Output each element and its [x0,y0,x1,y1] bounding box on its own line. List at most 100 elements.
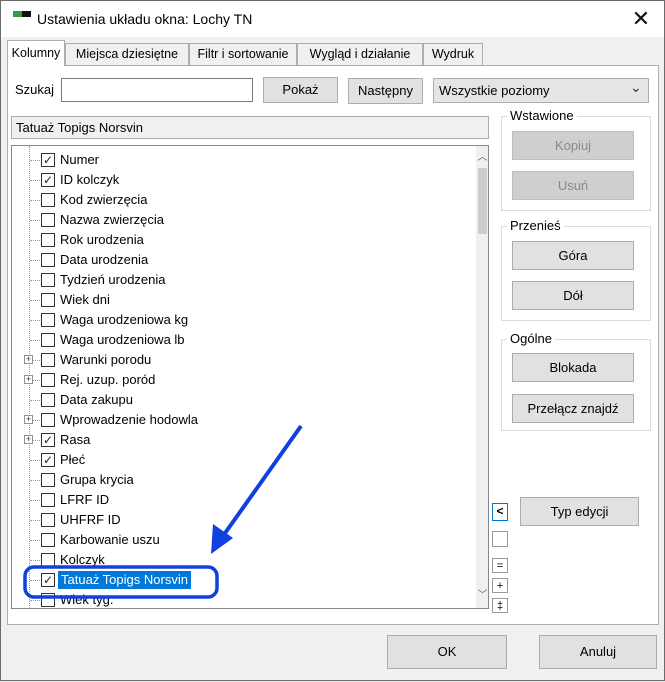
ok-button[interactable]: OK [387,635,507,669]
tree-row[interactable]: Waga urodzeniowa lb [12,330,472,350]
tree-row[interactable]: Wiek tyg. [12,590,472,608]
expand-icon[interactable]: + [24,415,33,424]
expand-icon[interactable]: + [24,375,33,384]
tree-connector [30,240,40,241]
tab-kolumny[interactable]: Kolumny [7,40,65,66]
column-checkbox[interactable] [41,273,55,287]
expand-button[interactable]: + [492,578,508,593]
tree-row[interactable]: + Wprowadzenie hodowla [12,410,472,430]
column-checkbox[interactable]: ✓ [41,433,55,447]
tree-row[interactable]: + Warunki porodu [12,350,472,370]
column-checkbox[interactable] [41,513,55,527]
edit-type-button[interactable]: Typ edycji [520,497,639,526]
column-checkbox[interactable] [41,193,55,207]
column-checkbox[interactable] [41,313,55,327]
remove-button[interactable]: Usuń [512,171,634,200]
tree-row[interactable]: Karbowanie uszu [12,530,472,550]
tree-row[interactable]: Rok urodzenia [12,230,472,250]
move-down-button[interactable]: Dół [512,281,634,310]
tree-row[interactable]: LFRF ID [12,490,472,510]
tree-row[interactable]: Nazwa zwierzęcia [12,210,472,230]
columns-tree[interactable]: ✓ Numer ✓ ID kolczyk Kod zwierzęcia Nazwa zwi… [11,145,489,609]
expand-all-button[interactable]: ‡ [492,598,508,613]
tree-row[interactable]: ✓ Tatuaż Topigs Norsvin [12,570,472,590]
column-checkbox[interactable] [41,593,55,607]
cancel-button[interactable]: Anuluj [539,635,657,669]
tree-row[interactable]: Grupa krycia [12,470,472,490]
column-checkbox[interactable] [41,353,55,367]
column-label: Wiek dni [60,292,110,307]
column-label: LFRF ID [60,492,110,507]
vertical-scrollbar[interactable]: ︿ ﹀ [476,146,488,608]
tree-row[interactable]: ✓ Płeć [12,450,472,470]
tab-wydruk[interactable]: Wydruk [423,43,483,65]
column-label: Data urodzenia [60,252,149,267]
tab-filtr-sortowanie[interactable]: Filtr i sortowanie [189,43,297,65]
tree-connector [30,520,40,521]
copy-button[interactable]: Kopiuj [512,131,634,160]
tree-row[interactable]: ✓ Numer [12,150,472,170]
collapse-all-button[interactable]: = [492,558,508,573]
tree-row[interactable]: Tydzień urodzenia [12,270,472,290]
column-checkbox[interactable]: ✓ [41,173,55,187]
column-checkbox[interactable]: ✓ [41,453,55,467]
next-button[interactable]: Następny [348,78,423,104]
dialog-window: Ustawienia układu okna: Lochy TN ✕ Kolum… [0,0,665,681]
expand-icon[interactable]: + [24,435,33,444]
column-checkbox[interactable] [41,373,55,387]
checkbox-toggle-button[interactable] [492,531,508,547]
column-checkbox[interactable] [41,493,55,507]
tree-row[interactable]: Data urodzenia [12,250,472,270]
scroll-up-icon[interactable]: ︿ [476,150,488,166]
scroll-thumb[interactable] [478,168,487,234]
tree-connector [30,560,40,561]
column-checkbox[interactable] [41,333,55,347]
tree-connector [30,280,40,281]
tree-connector [30,220,40,221]
tree-row[interactable]: Kod zwierzęcia [12,190,472,210]
tree-row[interactable]: Data zakupu [12,390,472,410]
level-select[interactable]: Wszystkie poziomy ⌄ [433,78,649,103]
column-label: Data zakupu [60,392,133,407]
window-title: Ustawienia układu okna: Lochy TN [37,11,253,27]
tree-row[interactable]: ✓ ID kolczyk [12,170,472,190]
column-label: Waga urodzeniowa kg [60,312,189,327]
column-checkbox[interactable] [41,233,55,247]
column-checkbox[interactable]: ✓ [41,153,55,167]
close-icon[interactable]: ✕ [627,6,655,32]
expand-icon[interactable]: + [24,355,33,364]
column-label: Warunki porodu [60,352,152,367]
column-checkbox[interactable] [41,413,55,427]
column-checkbox[interactable]: ✓ [41,573,55,587]
tree-row[interactable]: Waga urodzeniowa kg [12,310,472,330]
column-label: ID kolczyk [60,172,120,187]
chevron-down-icon: ⌄ [630,79,642,95]
scroll-down-icon[interactable]: ﹀ [476,588,488,604]
column-label: Wprowadzenie hodowla [60,412,199,427]
lock-button[interactable]: Blokada [512,353,634,382]
column-checkbox[interactable] [41,253,55,267]
column-checkbox[interactable] [41,473,55,487]
tab-miejsca-dziesietne[interactable]: Miejsca dziesiętne [65,43,189,65]
tree-row[interactable]: + ✓ Rasa [12,430,472,450]
toggle-find-button[interactable]: Przełącz znajdź [512,394,634,423]
tree-row[interactable]: Kolczyk [12,550,472,570]
collapse-left-button[interactable]: < [492,503,508,521]
tab-wyglad-dzialanie[interactable]: Wygląd i działanie [297,43,423,65]
tree-row[interactable]: Wiek dni [12,290,472,310]
column-checkbox[interactable] [41,393,55,407]
move-group-label: Przenieś [507,218,564,233]
move-up-button[interactable]: Góra [512,241,634,270]
tree-connector [30,500,40,501]
column-label: Karbowanie uszu [60,532,160,547]
show-button[interactable]: Pokaż [263,77,338,103]
column-checkbox[interactable] [41,293,55,307]
column-checkbox[interactable] [41,533,55,547]
column-checkbox[interactable] [41,213,55,227]
search-input[interactable] [61,78,253,102]
column-label: Tydzień urodzenia [60,272,166,287]
tree-row[interactable]: UHFRF ID [12,510,472,530]
column-checkbox[interactable] [41,553,55,567]
tree-row[interactable]: + Rej. uzup. poród [12,370,472,390]
tree-connector [30,160,40,161]
